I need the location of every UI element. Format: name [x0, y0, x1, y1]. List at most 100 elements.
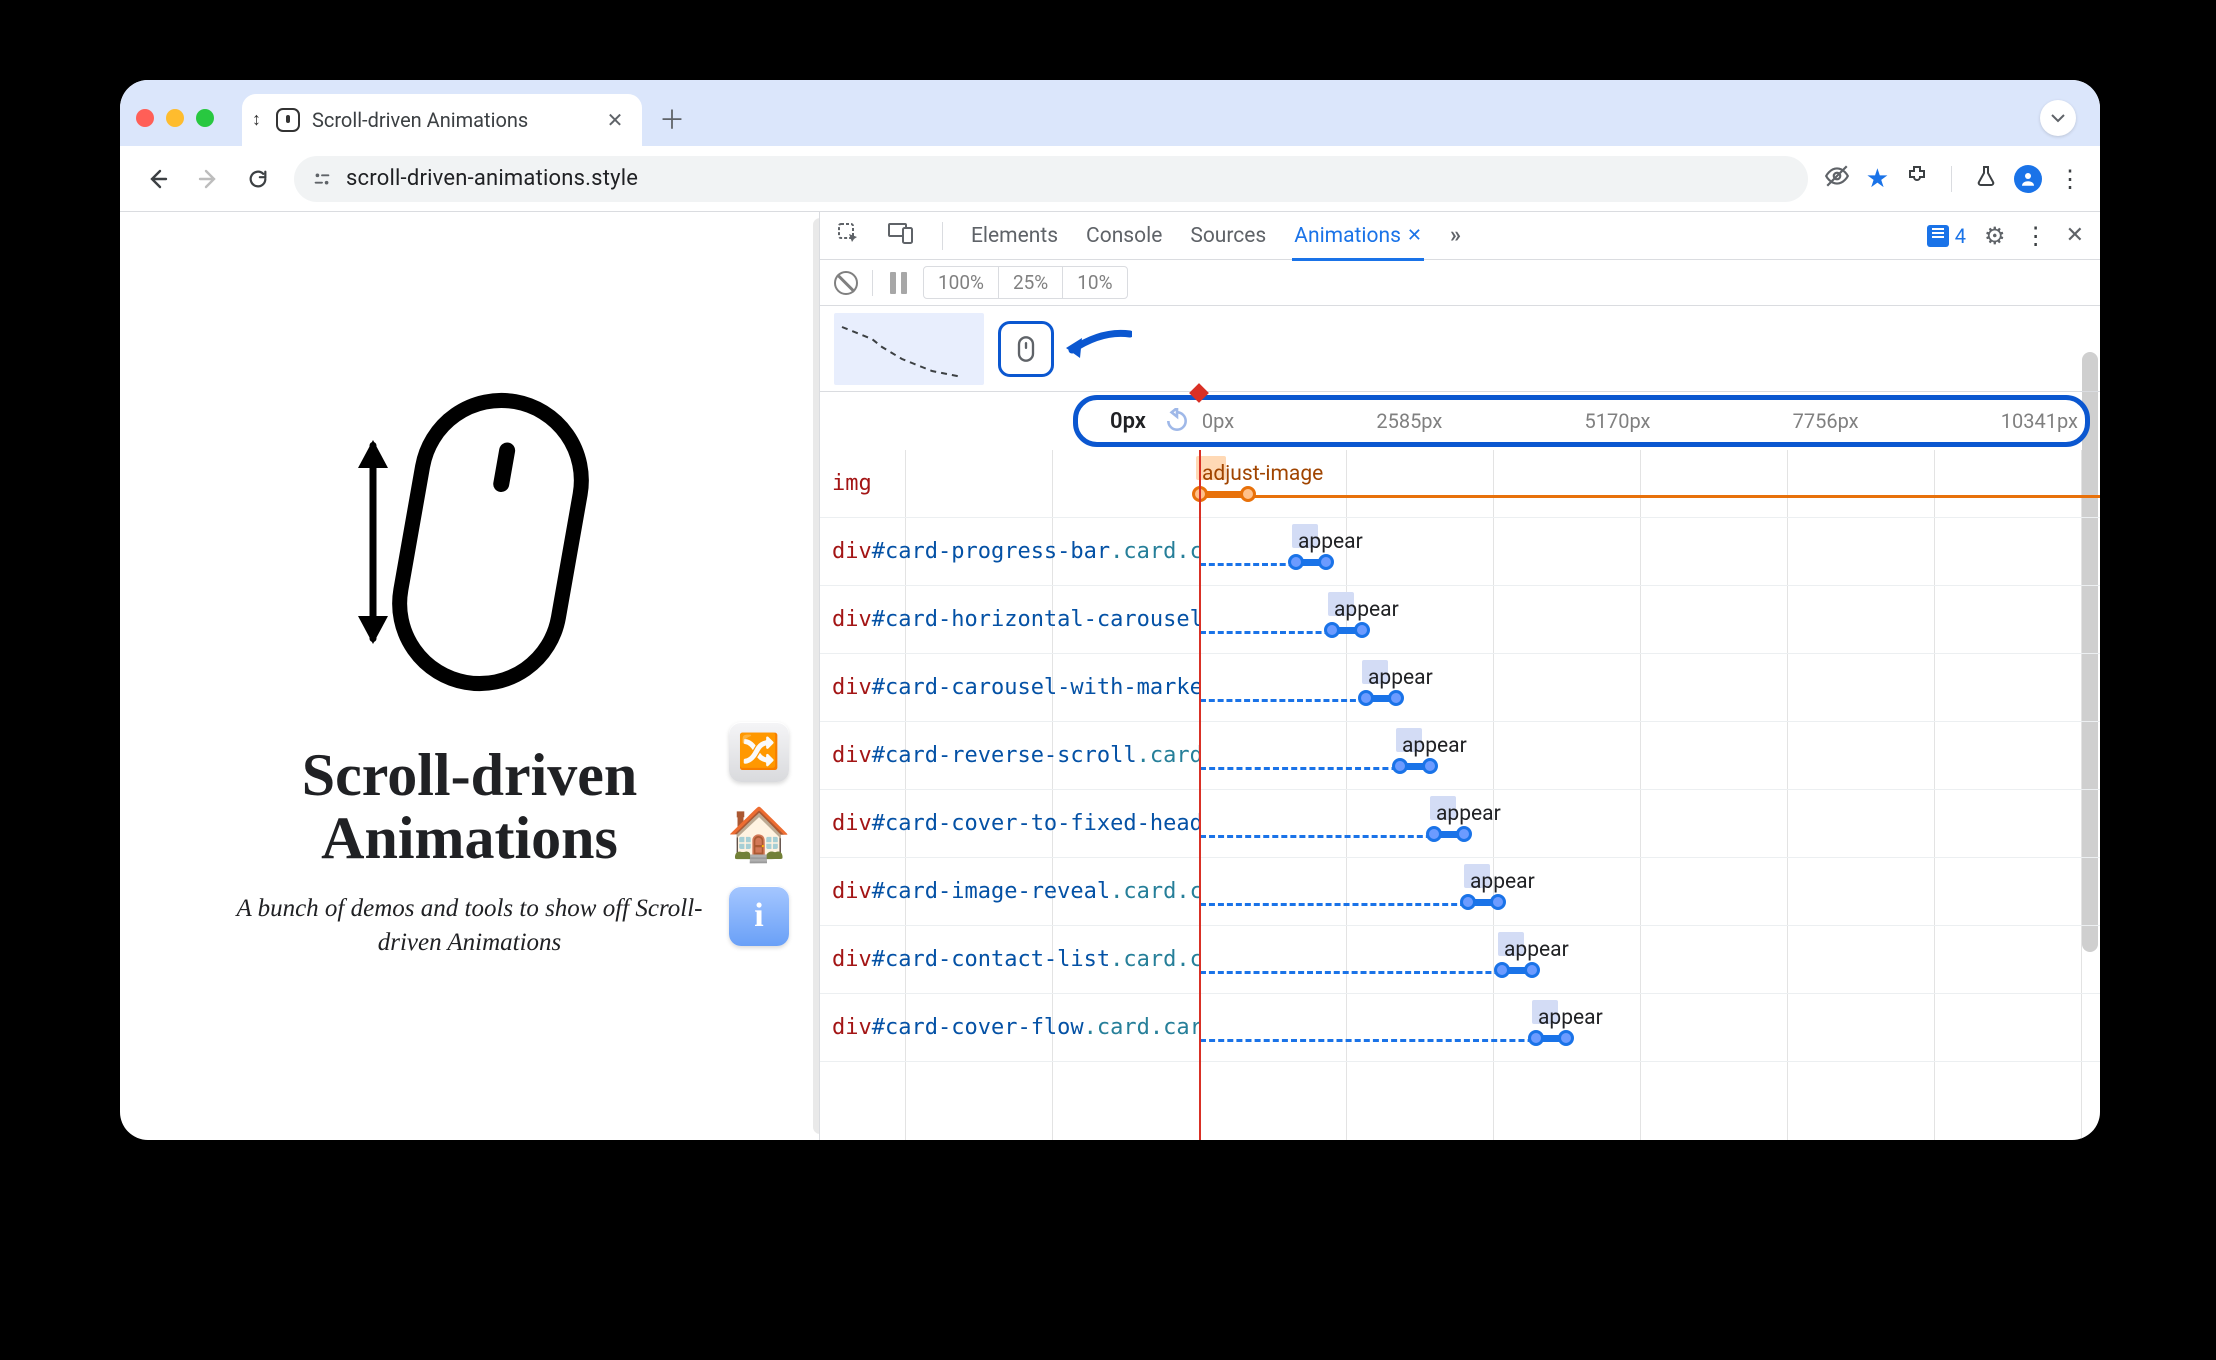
keyframe-handle[interactable] [1240, 486, 1256, 502]
element-selector[interactable]: div#card-cover-flow.card.card [820, 1015, 1200, 1040]
keyframe-handle[interactable] [1422, 758, 1438, 774]
animation-track[interactable]: appear [1200, 518, 2100, 585]
keyframe-handle[interactable] [1392, 758, 1408, 774]
keyframe-handle[interactable] [1494, 962, 1510, 978]
new-tab-button[interactable]: ＋ [652, 98, 692, 138]
keyframe-handle[interactable] [1460, 894, 1476, 910]
animation-track[interactable]: appear [1200, 858, 2100, 925]
element-selector[interactable]: div#card-progress-bar.card.ca [820, 539, 1200, 564]
replay-button[interactable] [1164, 408, 1190, 434]
scroll-driven-badge[interactable] [998, 321, 1054, 377]
playhead-line[interactable] [1199, 450, 1201, 1140]
page-scrollbar[interactable] [813, 218, 820, 1134]
animation-row[interactable]: div#card-cover-to-fixed-headeappear [820, 790, 2100, 858]
more-tabs-icon[interactable]: » [1450, 223, 1461, 248]
inspect-element-icon[interactable] [836, 221, 860, 251]
speed-10[interactable]: 10% [1063, 267, 1126, 298]
close-window-button[interactable] [136, 109, 154, 127]
tracking-blocked-icon[interactable] [1824, 163, 1850, 194]
element-selector[interactable]: div#card-cover-to-fixed-heade [820, 811, 1200, 836]
animation-row[interactable]: div#card-contact-list.card.ca appear [820, 926, 2100, 994]
element-selector[interactable]: div#card-reverse-scroll.card. [820, 743, 1200, 768]
element-selector[interactable]: div#card-image-reveal.card.ca [820, 879, 1200, 904]
keyframe-handle[interactable] [1456, 826, 1472, 842]
animation-name-label: adjust-image [1202, 462, 1323, 486]
animation-timeline-grid[interactable]: imgadjust-imagediv#card-progress-bar.car… [820, 450, 2100, 1140]
shuffle-icon: 🔀 [738, 732, 780, 772]
pause-button[interactable] [887, 272, 909, 294]
close-tab-button[interactable]: ✕ [606, 111, 624, 129]
animation-row[interactable]: div#card-image-reveal.card.caappear [820, 858, 2100, 926]
reload-button[interactable] [238, 159, 278, 199]
bookmark-star-icon[interactable]: ★ [1866, 164, 1889, 194]
keyframe-handle[interactable] [1490, 894, 1506, 910]
keyframe-handle[interactable] [1324, 622, 1340, 638]
mouse-icon [378, 379, 602, 705]
rendered-page[interactable]: Scroll-drivenAnimations A bunch of demos… [120, 212, 820, 1140]
animation-row[interactable]: div#card-carousel-with-markerappear [820, 654, 2100, 722]
forward-button[interactable] [188, 159, 228, 199]
keyframe-handle[interactable] [1388, 690, 1404, 706]
browser-tab[interactable]: Scroll-driven Animations ✕ [242, 94, 642, 146]
keyframe-handle[interactable] [1528, 1030, 1544, 1046]
console-messages-badge[interactable]: 4 [1927, 224, 1966, 248]
arrow-right-icon [196, 167, 220, 191]
updown-arrow-icon [361, 442, 385, 642]
maximize-window-button[interactable] [196, 109, 214, 127]
arrow-left-icon [146, 167, 170, 191]
element-selector[interactable]: img [820, 471, 1200, 496]
animations-toolbar: 100% 25% 10% [820, 260, 2100, 306]
tab-console[interactable]: Console [1086, 224, 1162, 248]
animation-track[interactable]: adjust-image [1200, 450, 2100, 517]
element-selector[interactable]: div#card-carousel-with-marker [820, 675, 1200, 700]
animation-row[interactable]: div#card-reverse-scroll.card.appear [820, 722, 2100, 790]
animation-group-thumb[interactable] [834, 313, 984, 385]
browser-menu-button[interactable]: ⋮ [2058, 165, 2082, 193]
close-panel-icon[interactable]: ✕ [1407, 225, 1422, 246]
site-settings-icon[interactable] [310, 167, 334, 191]
tab-elements[interactable]: Elements [971, 224, 1058, 248]
animation-track[interactable]: appear [1200, 654, 2100, 721]
keyframe-handle[interactable] [1288, 554, 1304, 570]
device-toolbar-icon[interactable] [888, 222, 914, 250]
animation-track[interactable]: appear [1200, 790, 2100, 857]
speed-25[interactable]: 25% [999, 267, 1063, 298]
element-selector[interactable]: div#card-horizontal-carousel. [820, 607, 1200, 632]
devtools-menu-button[interactable]: ⋮ [2024, 222, 2048, 250]
tab-animations[interactable]: Animations✕ [1294, 224, 1422, 248]
animation-row[interactable]: div#card-cover-flow.card.cardappear [820, 994, 2100, 1062]
animation-track[interactable]: appear [1200, 926, 2100, 993]
animation-row[interactable]: imgadjust-image [820, 450, 2100, 518]
clear-animations-button[interactable] [834, 271, 858, 295]
speed-100[interactable]: 100% [924, 267, 999, 298]
extensions-icon[interactable] [1905, 164, 1929, 194]
keyframe-handle[interactable] [1318, 554, 1334, 570]
animation-track[interactable]: appear [1200, 586, 2100, 653]
url-input[interactable]: scroll-driven-animations.style [294, 156, 1808, 202]
tabs-overflow-button[interactable] [2040, 100, 2076, 136]
keyframe-handle[interactable] [1558, 1030, 1574, 1046]
ruler-tick: 2585px [1376, 409, 1442, 433]
home-button[interactable]: 🏠 [729, 804, 789, 864]
profile-avatar[interactable] [2014, 165, 2042, 193]
close-devtools-button[interactable]: ✕ [2066, 223, 2084, 248]
animation-row[interactable]: div#card-progress-bar.card.caappear [820, 518, 2100, 586]
labs-icon[interactable] [1974, 164, 1998, 194]
animation-track[interactable]: appear [1200, 994, 2100, 1061]
keyframe-handle[interactable] [1358, 690, 1374, 706]
tab-strip: Scroll-driven Animations ✕ ＋ [120, 80, 2100, 146]
keyframe-handle[interactable] [1354, 622, 1370, 638]
keyframe-handle[interactable] [1524, 962, 1540, 978]
animation-track[interactable]: appear [1200, 722, 2100, 789]
tab-sources[interactable]: Sources [1190, 224, 1266, 248]
element-selector[interactable]: div#card-contact-list.card.ca [820, 947, 1200, 972]
shuffle-button[interactable]: 🔀 [729, 722, 789, 782]
animation-name-label: appear [1504, 938, 1569, 962]
animation-row[interactable]: div#card-horizontal-carousel.appear [820, 586, 2100, 654]
keyframe-handle[interactable] [1426, 826, 1442, 842]
settings-gear-icon[interactable]: ⚙ [1984, 222, 2006, 250]
minimize-window-button[interactable] [166, 109, 184, 127]
info-button[interactable]: i [729, 886, 789, 946]
favicon-mouse-icon [276, 108, 300, 132]
back-button[interactable] [138, 159, 178, 199]
